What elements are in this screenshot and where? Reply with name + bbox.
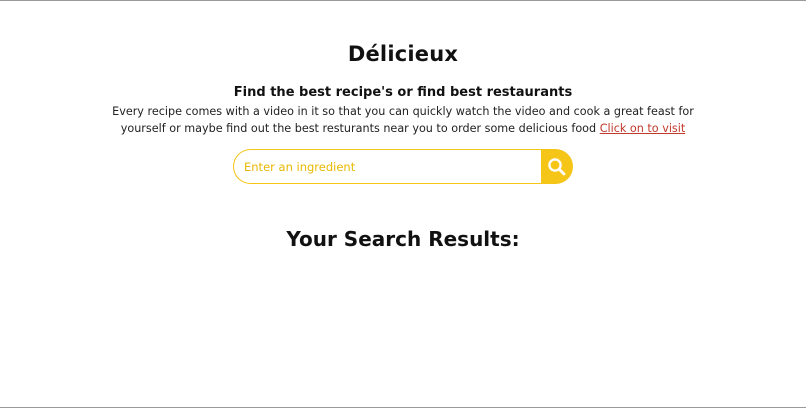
search-button[interactable] bbox=[541, 149, 573, 184]
results-heading: Your Search Results: bbox=[286, 227, 520, 251]
ingredient-search-input[interactable] bbox=[233, 149, 543, 184]
tagline: Find the best recipe's or find best rest… bbox=[233, 85, 573, 100]
page: Délicieux Find the best recipe's or find… bbox=[0, 1, 806, 407]
site-title: Délicieux bbox=[347, 42, 459, 66]
description: Every recipe comes with a video in it so… bbox=[100, 103, 706, 137]
search-results-list bbox=[100, 263, 706, 393]
visit-link[interactable]: Click on to visit bbox=[600, 122, 686, 135]
search-icon bbox=[547, 157, 567, 177]
search-box bbox=[233, 149, 573, 184]
